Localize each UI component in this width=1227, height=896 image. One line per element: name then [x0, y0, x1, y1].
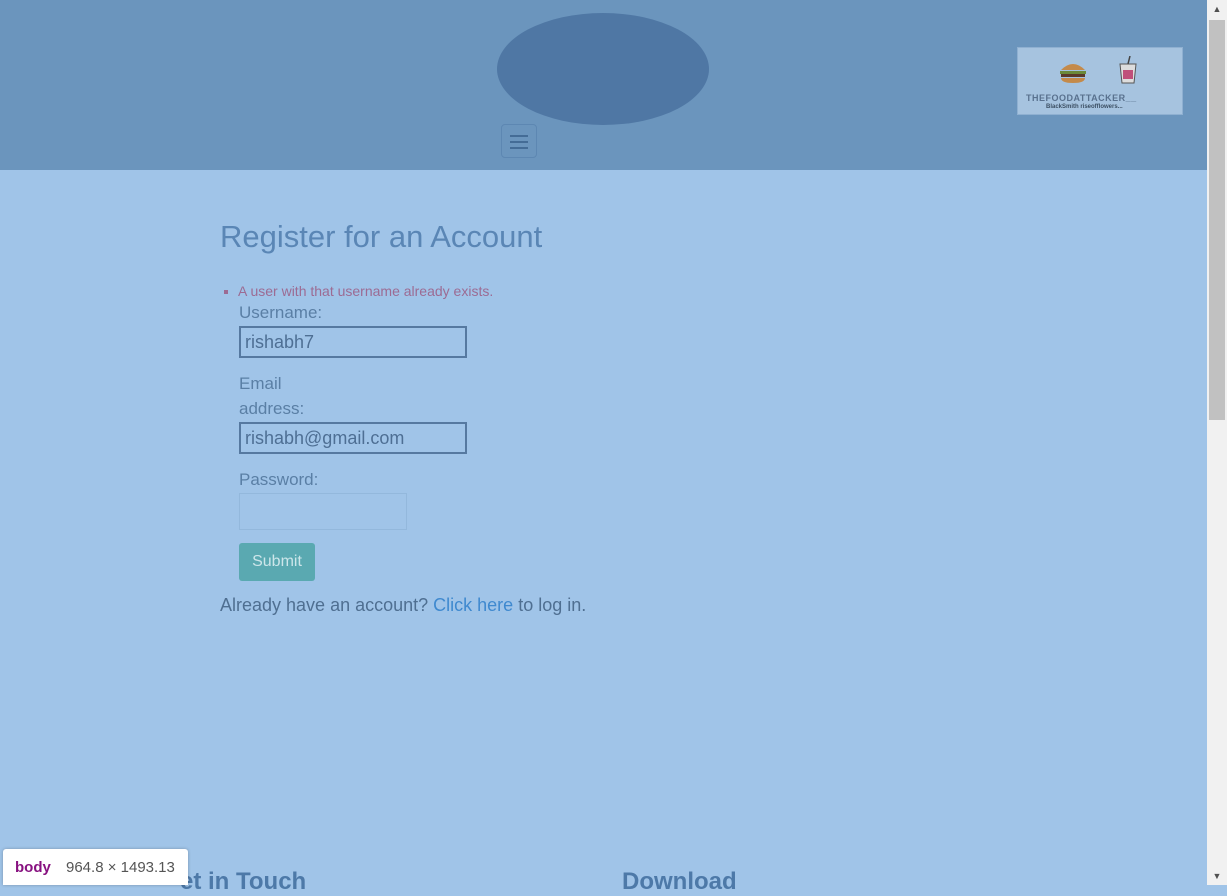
password-input[interactable]: [239, 493, 407, 530]
tooltip-tag: body: [15, 859, 51, 876]
submit-button[interactable]: Submit: [239, 543, 315, 581]
tooltip-dimensions: 964.8 × 1493.13: [66, 859, 175, 876]
login-prompt-suffix: to log in.: [513, 595, 587, 615]
username-label: Username:: [239, 303, 323, 322]
footer-heading-contact: et in Touch: [180, 868, 307, 895]
logo-image: THEFOODATTACKER__ BlackSmith riseofflowe…: [1017, 47, 1183, 115]
footer-heading-download: Download: [622, 868, 737, 895]
logo-title: THEFOODATTACKER__: [1026, 93, 1137, 103]
page: THEFOODATTACKER__ BlackSmith riseofflowe…: [0, 0, 1207, 895]
page-title: Register for an Account: [220, 219, 543, 254]
scroll-down-arrow-icon[interactable]: ▼: [1207, 867, 1227, 885]
site-header: THEFOODATTACKER__ BlackSmith riseofflowe…: [0, 0, 1207, 170]
burger-icon: [1060, 64, 1086, 83]
login-link[interactable]: Click here: [433, 595, 513, 615]
email-input[interactable]: [239, 422, 467, 454]
password-label: Password:: [239, 470, 319, 489]
form-errors: A user with that username already exists…: [223, 283, 494, 299]
hamburger-menu-icon: [510, 135, 528, 137]
logo[interactable]: THEFOODATTACKER__ BlackSmith riseofflowe…: [497, 13, 1183, 125]
navbar-toggle-button[interactable]: [501, 124, 537, 158]
error-message: A user with that username already exists…: [223, 283, 494, 299]
drink-cup-icon: [1119, 56, 1137, 84]
login-prompt: Already have an account? Click here to l…: [220, 595, 586, 616]
vertical-scrollbar[interactable]: ▲ ▼: [1207, 0, 1227, 885]
login-prompt-text: Already have an account?: [220, 595, 434, 615]
username-input[interactable]: [239, 326, 467, 358]
devtools-element-tooltip: body 964.8 × 1493.13: [3, 849, 188, 885]
logo-subtitle: BlackSmith riseofflowers...: [1046, 104, 1123, 110]
email-label-line1: Email: [239, 374, 282, 393]
scroll-up-arrow-icon[interactable]: ▲: [1207, 0, 1227, 18]
email-label-line2: address:: [239, 399, 305, 418]
scrollbar-thumb[interactable]: [1209, 20, 1225, 420]
